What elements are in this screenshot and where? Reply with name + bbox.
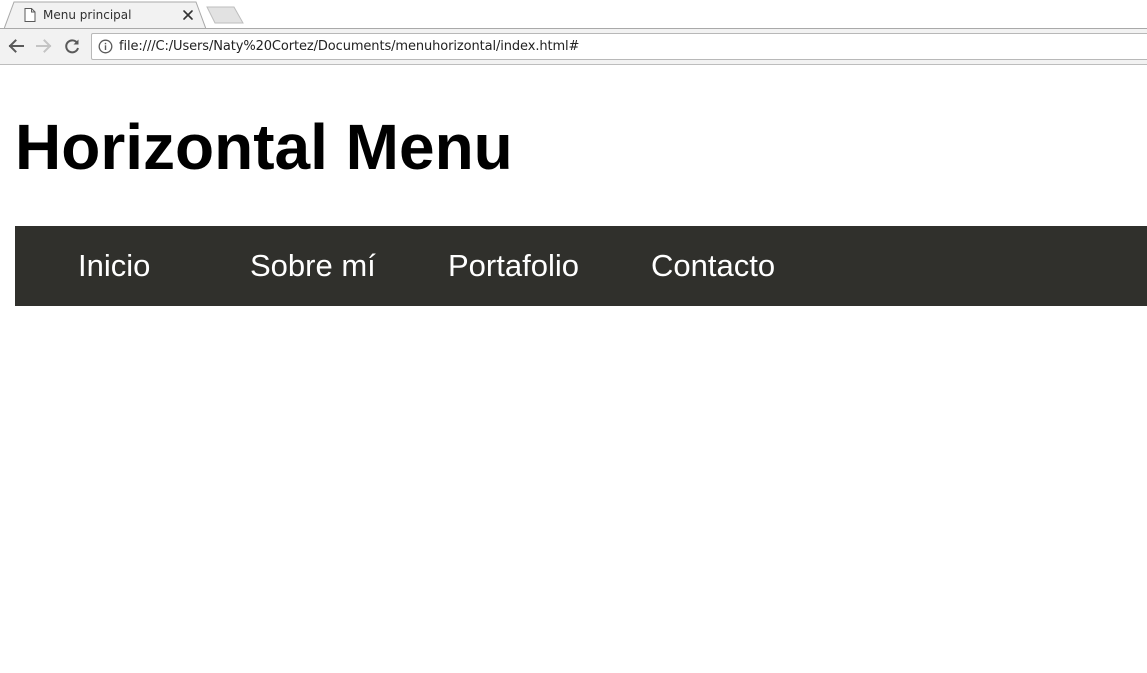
back-arrow-icon[interactable] <box>7 37 25 55</box>
tab-strip: Menu principal <box>0 0 1147 30</box>
horizontal-menu: Inicio Sobre mí Portafolio Contacto <box>15 226 1147 306</box>
browser-toolbar: file:///C:/Users/Naty%20Cortez/Documents… <box>0 29 1147 65</box>
close-icon[interactable] <box>181 8 195 22</box>
browser-tab-active[interactable]: Menu principal <box>4 1 206 29</box>
reload-icon[interactable] <box>63 37 81 55</box>
new-tab-icon[interactable] <box>206 6 244 24</box>
address-bar[interactable]: file:///C:/Users/Naty%20Cortez/Documents… <box>91 33 1147 60</box>
url-text[interactable]: file:///C:/Users/Naty%20Cortez/Documents… <box>119 39 579 55</box>
menu-item-contacto[interactable]: Contacto <box>651 226 775 306</box>
forward-arrow-icon[interactable] <box>35 37 53 55</box>
info-icon[interactable] <box>98 39 113 54</box>
menu-item-inicio[interactable]: Inicio <box>78 226 150 306</box>
page-viewport: Horizontal Menu Inicio Sobre mí Portafol… <box>0 66 1147 673</box>
menu-item-sobre-mi[interactable]: Sobre mí <box>250 226 376 306</box>
page-icon <box>24 8 36 22</box>
tab-title: Menu principal <box>43 8 132 22</box>
page-title: Horizontal Menu <box>15 111 513 183</box>
menu-item-portafolio[interactable]: Portafolio <box>448 226 579 306</box>
